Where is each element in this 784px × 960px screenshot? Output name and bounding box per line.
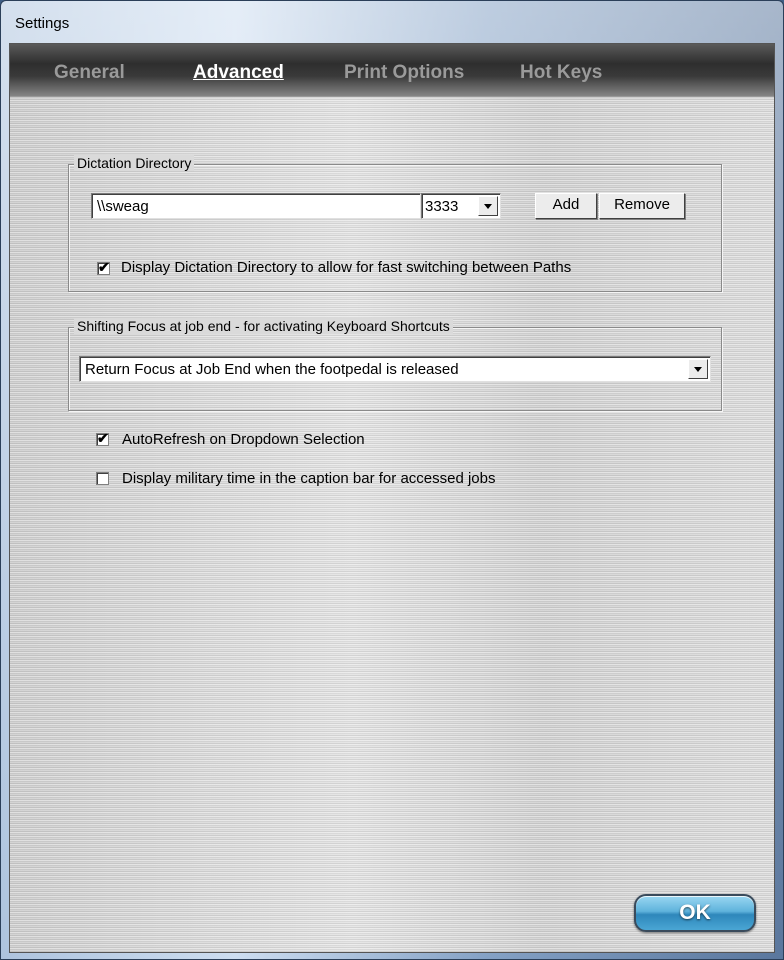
remove-button[interactable]: Remove — [599, 193, 685, 219]
port-value: 3333 — [425, 198, 459, 215]
tab-hot-keys[interactable]: Hot Keys — [520, 62, 602, 84]
settings-panel: General Advanced Print Options Hot Keys … — [9, 43, 775, 953]
add-button[interactable]: Add — [535, 193, 597, 219]
display-directory-checkbox[interactable]: ✔ — [97, 259, 110, 275]
autorefresh-label: AutoRefresh on Dropdown Selection — [122, 431, 365, 448]
port-combobox[interactable]: 3333 — [421, 193, 501, 219]
military-time-checkbox[interactable] — [96, 472, 109, 485]
focus-mode-dropdown-button[interactable] — [688, 359, 708, 379]
dictation-path-input[interactable]: \\sweag — [91, 193, 421, 219]
dictation-directory-legend: Dictation Directory — [74, 155, 195, 171]
chevron-down-icon — [694, 367, 702, 372]
tab-general[interactable]: General — [54, 62, 125, 84]
display-directory-label: Display Dictation Directory to allow for… — [121, 259, 572, 276]
ok-button[interactable]: OK — [634, 894, 756, 932]
dictation-directory-group: Dictation Directory \\sweag 3333 Add Rem… — [68, 155, 722, 292]
port-dropdown-button[interactable] — [478, 196, 498, 216]
shifting-focus-legend: Shifting Focus at job end - for activati… — [74, 318, 453, 334]
focus-mode-value: Return Focus at Job End when the footped… — [85, 361, 459, 378]
checkmark-icon: ✔ — [97, 430, 109, 446]
chevron-down-icon — [484, 204, 492, 209]
tab-advanced[interactable]: Advanced — [193, 62, 284, 84]
window-title: Settings — [15, 15, 70, 32]
tab-bar: General Advanced Print Options Hot Keys — [10, 44, 774, 97]
title-bar[interactable]: Settings — [1, 1, 783, 43]
shifting-focus-group: Shifting Focus at job end - for activati… — [68, 318, 722, 411]
focus-mode-select[interactable]: Return Focus at Job End when the footped… — [79, 356, 711, 382]
tab-print-options[interactable]: Print Options — [344, 62, 464, 84]
autorefresh-checkbox[interactable]: ✔ — [96, 430, 109, 446]
checkmark-icon: ✔ — [98, 259, 110, 275]
settings-window: Settings General Advanced Print Options … — [0, 0, 784, 960]
military-time-label: Display military time in the caption bar… — [122, 470, 496, 487]
